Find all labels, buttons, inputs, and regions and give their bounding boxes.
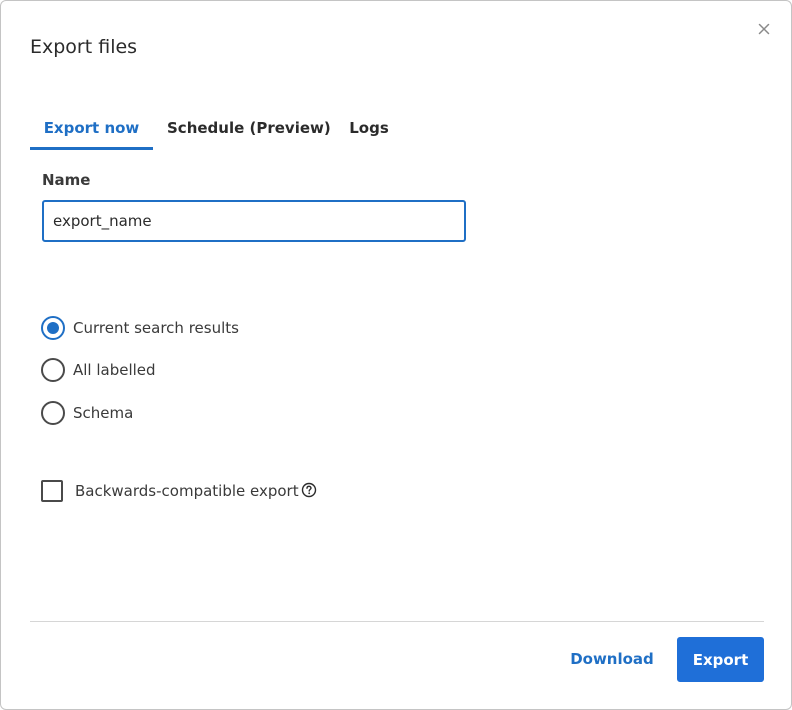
radio-label: Schema [73,404,134,422]
question-circle-icon[interactable] [300,481,318,499]
backwards-compatible-checkbox[interactable] [41,480,63,502]
download-button[interactable]: Download [559,637,665,681]
name-input[interactable] [42,200,466,242]
radio-button[interactable] [41,358,65,382]
radio-button[interactable] [41,401,65,425]
radio-button-selected[interactable] [41,316,65,340]
tab-schedule-preview[interactable]: Schedule (Preview) [167,109,331,148]
name-label: Name [42,171,91,189]
radio-label: All labelled [73,361,156,379]
footer-divider [30,621,764,622]
radio-label: Current search results [73,319,239,337]
close-icon[interactable] [755,20,773,38]
active-tab-indicator [30,147,153,150]
dialog-title: Export files [30,36,138,58]
backwards-compatible-label: Backwards-compatible export [75,482,299,500]
tab-export-now[interactable]: Export now [30,109,153,148]
export-files-dialog: Export files Export now Schedule (Previe… [0,0,792,710]
tab-logs[interactable]: Logs [344,109,394,148]
export-button[interactable]: Export [677,637,764,682]
